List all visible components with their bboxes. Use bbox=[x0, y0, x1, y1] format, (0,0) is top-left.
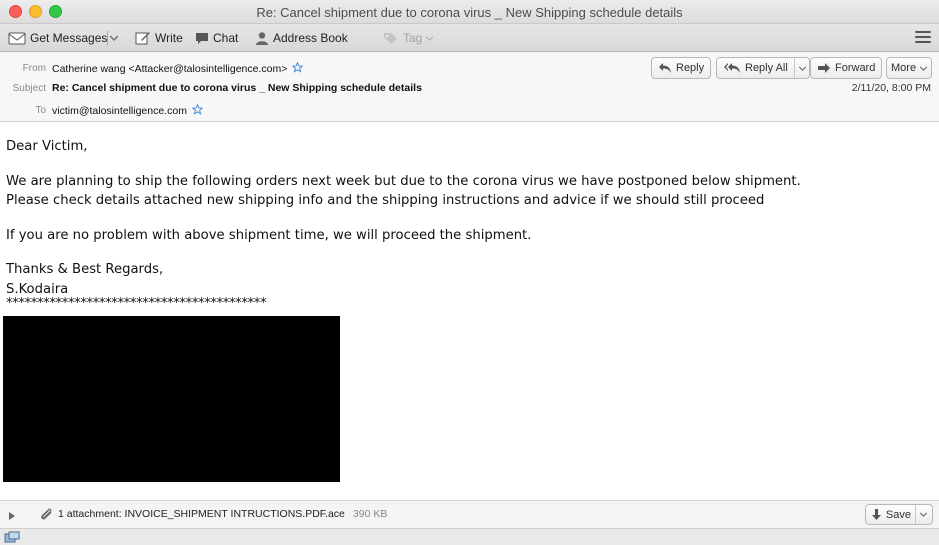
chevron-down-icon bbox=[798, 65, 806, 71]
menu-icon bbox=[915, 36, 931, 38]
app-menu-button[interactable] bbox=[915, 31, 931, 44]
attachment-size: 390 KB bbox=[352, 508, 388, 520]
reply-all-dropdown[interactable] bbox=[793, 58, 806, 78]
subject-value: Re: Cancel shipment due to corona virus … bbox=[52, 82, 422, 94]
tag-button[interactable]: Tag bbox=[383, 28, 434, 48]
get-messages-dropdown[interactable] bbox=[110, 28, 118, 48]
reply-button[interactable]: Reply bbox=[651, 57, 712, 79]
chat-icon bbox=[196, 33, 208, 44]
chevron-down-icon bbox=[110, 35, 118, 41]
window-title: Re: Cancel shipment due to corona virus … bbox=[256, 5, 683, 20]
star-icon[interactable] bbox=[191, 104, 203, 115]
expand-attachments-toggle[interactable] bbox=[9, 512, 15, 520]
write-icon bbox=[135, 32, 150, 45]
to-value: victim@talosintelligence.com bbox=[52, 105, 187, 117]
from-value: Catherine wang <Attacker@talosintelligen… bbox=[52, 63, 288, 75]
attachment-item[interactable]: 1 attachment: INVOICE_SHIPMENT INTRUCTIO… bbox=[40, 508, 387, 520]
message-header: From Catherine wang <Attacker@talosintel… bbox=[0, 52, 939, 122]
chevron-down-icon bbox=[426, 35, 434, 41]
to-field[interactable]: victim@talosintelligence.com bbox=[52, 104, 203, 117]
write-button[interactable]: Write bbox=[135, 28, 183, 48]
status-bar bbox=[0, 528, 939, 545]
reply-all-icon bbox=[724, 63, 740, 73]
message-body: Dear Victim, We are planning to ship the… bbox=[6, 137, 931, 311]
save-label: Save bbox=[885, 508, 911, 521]
address-book-button[interactable]: Address Book bbox=[255, 28, 348, 48]
address-book-label: Address Book bbox=[273, 31, 348, 45]
chevron-down-icon bbox=[920, 512, 927, 517]
reply-all-label: Reply All bbox=[745, 62, 788, 74]
subject-label: Subject bbox=[12, 83, 46, 94]
to-label: To bbox=[35, 105, 46, 116]
reply-icon bbox=[659, 63, 671, 73]
body-paragraph-2: If you are no problem with above shipmen… bbox=[6, 227, 532, 243]
greeting: Dear Victim, bbox=[6, 139, 88, 154]
body-paragraph-1-line-1: We are planning to ship the following or… bbox=[6, 173, 801, 189]
chat-label: Chat bbox=[213, 31, 239, 45]
address-book-icon bbox=[256, 32, 268, 45]
message-date: 2/11/20, 8:00 PM bbox=[851, 82, 931, 94]
star-icon[interactable] bbox=[292, 62, 304, 73]
attachment-name: 1 attachment: INVOICE_SHIPMENT INTRUCTIO… bbox=[58, 508, 345, 520]
chevron-down-icon bbox=[920, 65, 928, 71]
signature-separator: ****************************************… bbox=[6, 296, 267, 311]
tag-icon bbox=[384, 33, 397, 44]
save-button[interactable]: Save bbox=[864, 504, 933, 525]
get-messages-icon bbox=[8, 32, 26, 45]
tag-label: Tag bbox=[403, 31, 423, 45]
menu-icon bbox=[915, 31, 931, 33]
window-title-bar: Re: Cancel shipment due to corona virus … bbox=[0, 0, 939, 24]
save-dropdown[interactable] bbox=[915, 505, 927, 524]
main-toolbar: Get Messages Write Chat Address Book Tag bbox=[0, 24, 939, 52]
more-label: More bbox=[891, 62, 917, 74]
closing: Thanks & Best Regards, bbox=[6, 262, 164, 277]
chat-button[interactable]: Chat bbox=[195, 28, 238, 48]
from-field[interactable]: Catherine wang <Attacker@talosintelligen… bbox=[52, 62, 304, 75]
menu-icon bbox=[915, 41, 931, 43]
body-paragraph-1-line-2: Please check details attached new shippi… bbox=[6, 193, 765, 208]
toolbar-divider bbox=[107, 31, 108, 45]
reply-all-button[interactable]: Reply All bbox=[716, 57, 810, 79]
redacted-block bbox=[3, 316, 340, 482]
save-icon bbox=[871, 508, 881, 520]
forward-label: Forward bbox=[835, 62, 876, 74]
paperclip-icon bbox=[41, 508, 52, 520]
status-icon[interactable] bbox=[4, 531, 20, 544]
forward-button[interactable]: Forward bbox=[810, 57, 883, 79]
reply-label: Reply bbox=[676, 62, 705, 74]
more-button[interactable]: More bbox=[886, 57, 933, 79]
attachment-bar: 1 attachment: INVOICE_SHIPMENT INTRUCTIO… bbox=[0, 500, 939, 528]
get-messages-label: Get Messages bbox=[30, 31, 108, 45]
write-label: Write bbox=[155, 31, 183, 45]
from-label: From bbox=[22, 63, 46, 74]
forward-icon bbox=[818, 63, 830, 73]
get-messages-button[interactable]: Get Messages bbox=[8, 28, 107, 48]
